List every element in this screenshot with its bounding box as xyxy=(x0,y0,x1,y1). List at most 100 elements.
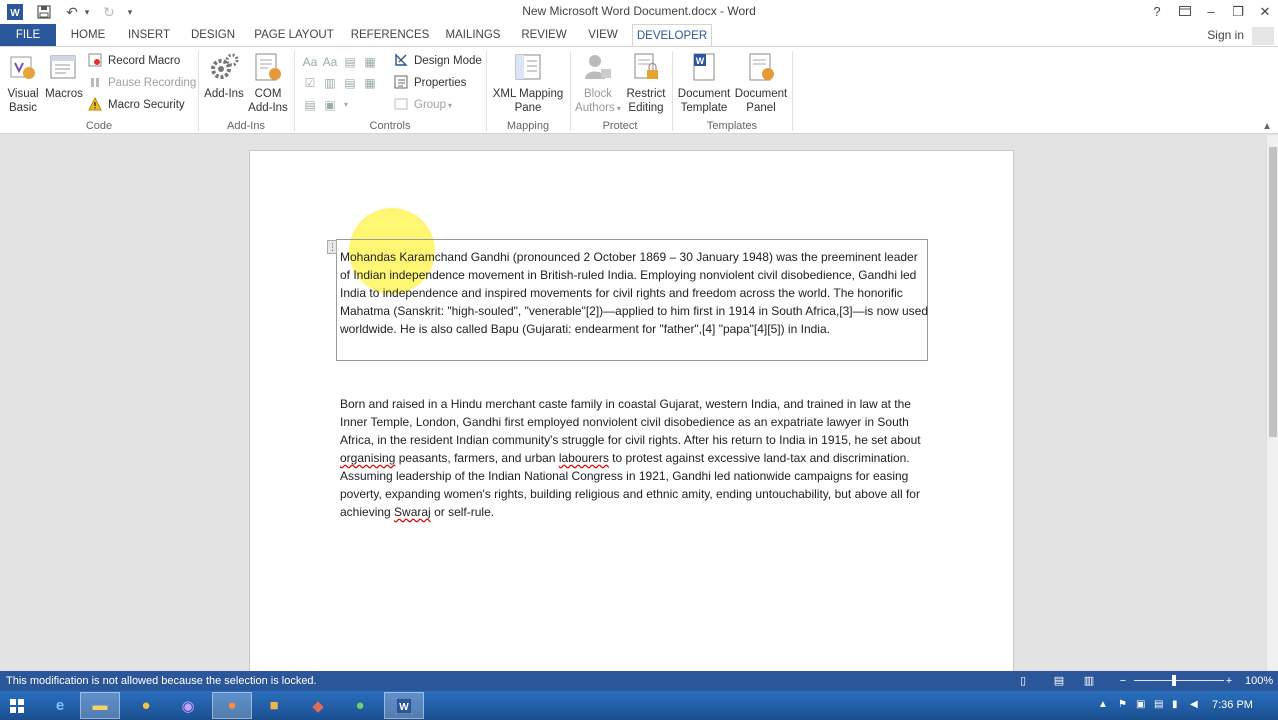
properties-button[interactable]: Properties xyxy=(394,74,466,92)
status-message: This modification is not allowed because… xyxy=(6,675,317,687)
app-icon[interactable]: ◆ xyxy=(298,692,338,719)
combo-box-control-icon[interactable]: ▥ xyxy=(322,75,338,91)
firefox-icon[interactable]: ● xyxy=(212,692,252,719)
tab-insert[interactable]: INSERT xyxy=(122,24,176,46)
tray-app-icon[interactable]: ▣ xyxy=(1136,699,1145,710)
windows-taskbar: e ▬ ● ◉ ● ■ ◆ ● W ▲ ⚑ ▣ ▤ ▮ ◀ 7:36 PM xyxy=(0,691,1278,720)
volume-icon[interactable]: ◀ xyxy=(1190,699,1198,710)
group-label-templates: Templates xyxy=(706,120,758,132)
collapse-ribbon-icon[interactable]: ▲ xyxy=(1262,121,1272,132)
tab-design[interactable]: DESIGN xyxy=(186,24,240,46)
date-picker-control-icon[interactable]: ▦ xyxy=(362,75,378,91)
paragraph-2-text-d: or self-rule. xyxy=(430,505,495,519)
tab-home[interactable]: HOME xyxy=(62,24,114,46)
maximize-button[interactable]: ❐ xyxy=(1223,2,1253,22)
design-mode-button[interactable]: Design Mode xyxy=(394,52,482,70)
design-mode-icon xyxy=(394,53,410,69)
app-icon[interactable]: ● xyxy=(340,692,380,719)
close-button[interactable]: ✕ xyxy=(1250,2,1278,22)
misspelled-word[interactable]: Swaraj xyxy=(394,505,431,519)
macros-button[interactable]: Macros xyxy=(44,51,84,101)
zoom-out-icon[interactable]: − xyxy=(1116,674,1130,688)
addins-button[interactable]: Add-Ins xyxy=(202,51,246,101)
paragraph-1-text: ohandas Karamchand Gandhi (pronounced 2 … xyxy=(340,250,928,336)
network-icon[interactable]: ▮ xyxy=(1172,699,1178,710)
paragraph-locked[interactable]: Mohandas Karamchand Gandhi (pronounced 2… xyxy=(340,248,930,338)
paragraph[interactable]: Born and raised in a Hindu merchant cast… xyxy=(340,395,930,521)
tab-developer[interactable]: DEVELOPER xyxy=(632,24,712,47)
clock[interactable]: 7:36 PM xyxy=(1212,699,1253,711)
zoom-in-icon[interactable]: + xyxy=(1222,674,1236,688)
xml-mapping-pane-button[interactable]: XML Mapping Pane xyxy=(490,51,566,115)
zoom-slider-knob[interactable] xyxy=(1172,675,1176,686)
zoom-level[interactable]: 100% xyxy=(1245,675,1273,687)
tray-app-icon[interactable]: ▤ xyxy=(1154,699,1163,710)
document-template-label-1: Document xyxy=(677,88,731,100)
sign-in-link[interactable]: Sign in xyxy=(1207,28,1244,42)
com-addins-button[interactable]: COM Add-Ins xyxy=(246,51,290,115)
help-button[interactable]: ? xyxy=(1142,2,1172,22)
content-control-handle-icon[interactable]: ⋮ xyxy=(327,240,337,254)
start-button-icon[interactable] xyxy=(0,692,34,719)
tab-file[interactable]: FILE xyxy=(0,24,56,46)
plain-text-control-icon[interactable]: Aa xyxy=(322,54,338,70)
viber-icon[interactable]: ◉ xyxy=(168,692,208,719)
tab-page-layout[interactable]: PAGE LAYOUT xyxy=(250,24,338,46)
visual-basic-button[interactable]: Visual Basic xyxy=(2,51,44,115)
web-layout-icon[interactable]: ▥ xyxy=(1082,674,1096,688)
tab-view[interactable]: VIEW xyxy=(582,24,624,46)
picture-control-icon[interactable]: ▤ xyxy=(342,54,358,70)
print-layout-icon[interactable]: ▤ xyxy=(1052,674,1066,688)
title-bar: W ↶ ▾ ↻ ▾ New Microsoft Word Document.do… xyxy=(0,0,1278,24)
file-explorer-icon[interactable]: ▬ xyxy=(80,692,120,719)
restrict-editing-button[interactable]: Restrict Editing xyxy=(622,51,670,115)
group-separator xyxy=(672,51,673,131)
macro-security-label: Macro Security xyxy=(108,99,185,111)
chrome-icon[interactable]: ● xyxy=(126,692,166,719)
minimize-button[interactable]: – xyxy=(1196,2,1226,22)
tab-review[interactable]: REVIEW xyxy=(516,24,572,46)
document-panel-button[interactable]: Document Panel xyxy=(732,51,790,115)
misspelled-word[interactable]: labourers xyxy=(559,451,609,465)
document-page[interactable]: ⋮ Mohandas Karamchand Gandhi (pronounced… xyxy=(249,150,1014,671)
rich-text-control-icon[interactable]: Aa xyxy=(302,54,318,70)
dropdown-control-icon[interactable]: ▤ xyxy=(342,75,358,91)
flag-icon[interactable]: ⚑ xyxy=(1118,699,1127,710)
block-authors-label-2: Authors xyxy=(575,102,615,114)
xml-mapping-label-1: XML Mapping xyxy=(492,88,564,100)
misspelled-word[interactable]: organising xyxy=(340,451,395,465)
vertical-scrollbar[interactable] xyxy=(1266,135,1278,671)
word-taskbar-icon[interactable]: W xyxy=(384,692,424,719)
legacy-tools-dropdown-icon[interactable]: ▾ xyxy=(338,97,354,113)
document-template-icon: W xyxy=(693,53,715,81)
zoom-slider[interactable] xyxy=(1134,680,1224,681)
tab-mailings[interactable]: MAILINGS xyxy=(440,24,506,46)
group-label-controls: Controls xyxy=(369,120,411,132)
group-dropdown-icon: ▾ xyxy=(447,100,452,110)
macro-security-button[interactable]: Macro Security xyxy=(88,96,185,114)
account-avatar[interactable] xyxy=(1252,27,1274,45)
record-macro-button[interactable]: Record Macro xyxy=(88,52,180,70)
group-separator xyxy=(294,51,295,131)
internet-explorer-icon[interactable]: e xyxy=(40,692,80,719)
building-block-control-icon[interactable]: ▦ xyxy=(362,54,378,70)
group-button: Group ▾ xyxy=(394,96,452,114)
document-template-button[interactable]: W Document Template xyxy=(676,51,732,115)
restrict-editing-label-1: Restrict xyxy=(626,88,666,100)
scrollbar-thumb[interactable] xyxy=(1269,147,1277,437)
ribbon-developer: Visual Basic Macros Record Macro Pause R… xyxy=(0,46,1278,134)
legacy-tools-icon[interactable]: ▣ xyxy=(322,97,338,113)
tab-references[interactable]: REFERENCES xyxy=(348,24,432,46)
svg-text:W: W xyxy=(696,56,705,66)
macros-label: Macros xyxy=(45,88,83,100)
app-icon[interactable]: ■ xyxy=(254,692,294,719)
xml-mapping-label-2: Pane xyxy=(514,102,542,114)
read-mode-icon[interactable]: ▯ xyxy=(1016,674,1030,688)
document-panel-icon xyxy=(749,53,774,81)
checkbox-control-icon[interactable]: ☑ xyxy=(302,75,318,91)
repeating-section-control-icon[interactable]: ▤ xyxy=(302,97,318,113)
pause-recording-button: Pause Recording xyxy=(88,74,196,92)
com-addins-icon xyxy=(255,53,281,81)
show-hidden-icons[interactable]: ▲ xyxy=(1098,699,1108,710)
addins-label: Add-Ins xyxy=(204,88,244,100)
